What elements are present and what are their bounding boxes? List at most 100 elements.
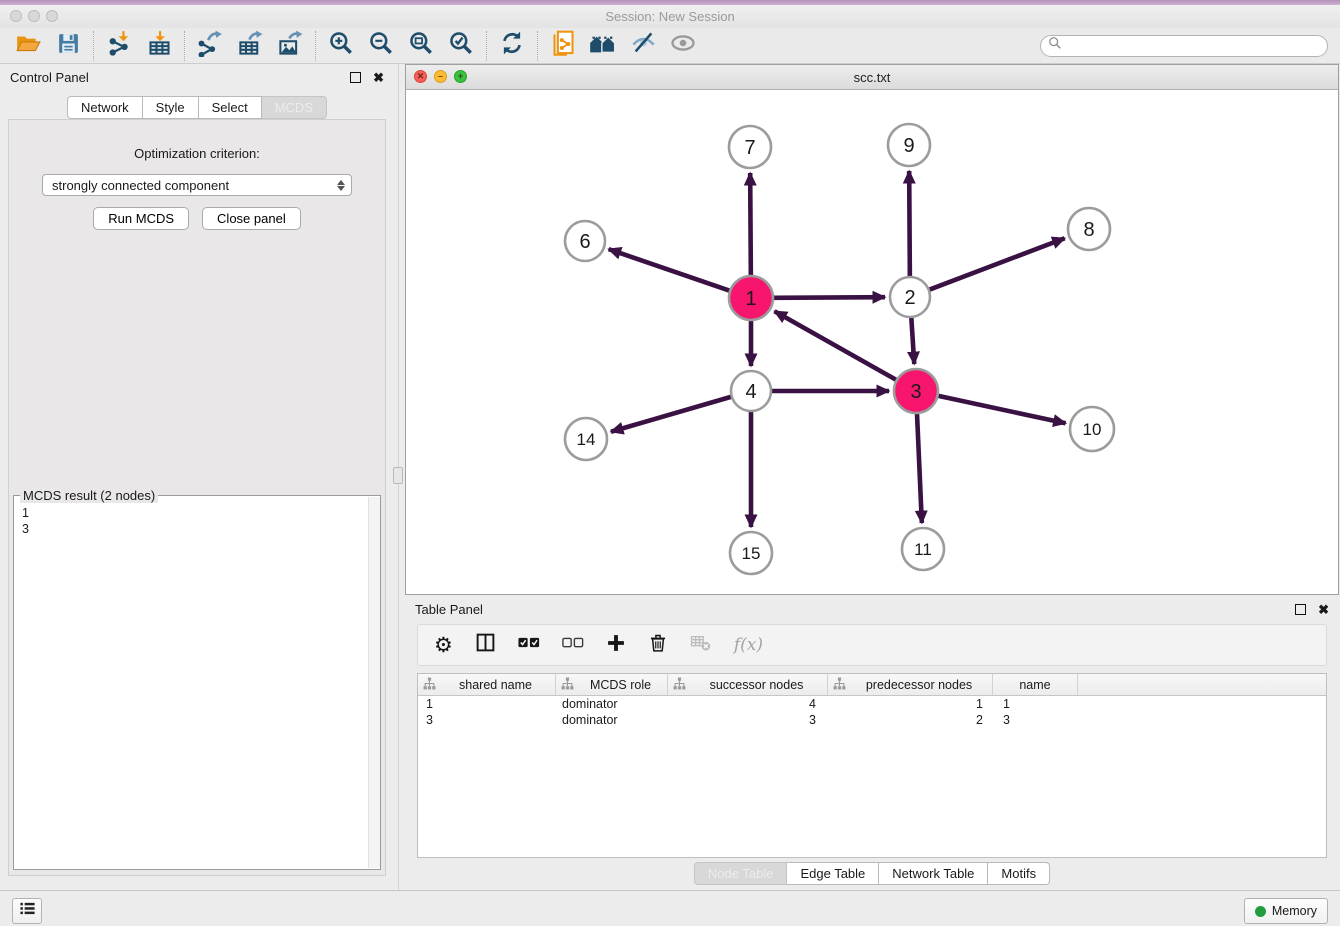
node-9[interactable]: 9: [888, 124, 930, 166]
open-session-button[interactable]: [8, 30, 48, 62]
search-box[interactable]: [1040, 35, 1328, 57]
split-columns-button[interactable]: [475, 632, 496, 658]
cell-name[interactable]: 1: [993, 697, 1078, 711]
network-canvas[interactable]: 1 2 3 4 6 7 8 9 10 11 14 15: [406, 90, 1338, 594]
new-network-from-selection-button[interactable]: [543, 30, 583, 62]
cell-mcds-role[interactable]: dominator: [556, 713, 668, 727]
edge-2-8[interactable]: [930, 238, 1065, 289]
select-all-columns-button[interactable]: [518, 636, 540, 654]
node-8[interactable]: 8: [1068, 208, 1110, 250]
svg-text:11: 11: [914, 540, 932, 559]
tab-mcds[interactable]: MCDS: [262, 96, 327, 119]
delete-columns-button[interactable]: [648, 633, 668, 658]
show-all-button[interactable]: [663, 30, 703, 62]
table-row[interactable]: 3 dominator 3 2 3: [418, 712, 1326, 728]
cell-name[interactable]: 3: [993, 713, 1078, 727]
tab-edge-table[interactable]: Edge Table: [787, 862, 879, 885]
node-6[interactable]: 6: [565, 221, 605, 261]
zoom-selected-button[interactable]: [441, 30, 481, 62]
edge-4-14[interactable]: [611, 397, 731, 432]
node-14[interactable]: 14: [565, 418, 607, 460]
edge-1-6[interactable]: [609, 249, 730, 290]
edge-3-10[interactable]: [938, 396, 1065, 423]
save-session-button[interactable]: [48, 30, 88, 62]
node-11[interactable]: 11: [902, 528, 944, 570]
hide-selected-button[interactable]: [623, 30, 663, 62]
node-10[interactable]: 10: [1070, 407, 1114, 451]
close-table-panel-icon[interactable]: ✖: [1318, 603, 1329, 616]
cell-predecessor-nodes[interactable]: 2: [828, 713, 993, 727]
edge-2-9[interactable]: [909, 171, 910, 276]
zoom-window-icon[interactable]: [46, 10, 58, 22]
minimize-window-icon[interactable]: [28, 10, 40, 22]
delete-table-button[interactable]: [690, 634, 712, 657]
import-network-button[interactable]: [99, 30, 139, 62]
cell-mcds-role[interactable]: dominator: [556, 697, 668, 711]
column-header-predecessor-nodes[interactable]: predecessor nodes: [828, 674, 993, 695]
table-settings-button[interactable]: ⚙: [434, 633, 453, 658]
node-3[interactable]: 3: [894, 369, 938, 413]
cell-successor-nodes[interactable]: 4: [668, 697, 828, 711]
search-input[interactable]: [1066, 38, 1327, 54]
node-15[interactable]: 15: [730, 532, 772, 574]
mcds-result-title: MCDS result (2 nodes): [20, 488, 158, 503]
cell-shared-name[interactable]: 1: [418, 697, 556, 711]
optimization-criterion-label: Optimization criterion:: [9, 120, 385, 161]
network-window: ✕ – + scc.txt 1 2 3 4 6 7 8 9 10 11 14 15: [405, 64, 1339, 595]
node-table[interactable]: shared name MCDS role successor nodes pr…: [417, 673, 1327, 858]
export-table-button[interactable]: [230, 30, 270, 62]
column-header-shared-name[interactable]: shared name: [418, 674, 556, 695]
close-panel-button[interactable]: Close panel: [202, 207, 301, 230]
control-panel: Control Panel ✖ Network Style Select MCD…: [0, 64, 394, 890]
tab-style[interactable]: Style: [143, 96, 199, 119]
vertical-split-grip[interactable]: [393, 467, 403, 484]
node-2[interactable]: 2: [890, 277, 930, 317]
cell-shared-name[interactable]: 3: [418, 713, 556, 727]
column-header-name[interactable]: name: [993, 674, 1078, 695]
window-traffic-lights[interactable]: [10, 10, 58, 22]
column-header-successor-nodes[interactable]: successor nodes: [668, 674, 828, 695]
zoom-in-button[interactable]: [321, 30, 361, 62]
edge-3-11[interactable]: [917, 414, 922, 523]
function-builder-button[interactable]: f(x): [734, 635, 763, 655]
cell-predecessor-nodes[interactable]: 1: [828, 697, 993, 711]
tab-network-table[interactable]: Network Table: [879, 862, 988, 885]
node-7[interactable]: 7: [729, 126, 771, 168]
first-neighbors-button[interactable]: [583, 30, 623, 62]
float-table-panel-icon[interactable]: [1295, 604, 1306, 615]
result-scrollbar[interactable]: [368, 497, 380, 868]
add-column-button[interactable]: [606, 633, 626, 658]
table-row[interactable]: 1 dominator 4 1 1: [418, 696, 1326, 712]
export-image-button[interactable]: [270, 30, 310, 62]
memory-button[interactable]: Memory: [1244, 898, 1328, 924]
tab-node-table[interactable]: Node Table: [694, 862, 788, 885]
float-panel-icon[interactable]: [350, 72, 361, 83]
zoom-out-button[interactable]: [361, 30, 401, 62]
toolbar-separator: [315, 31, 316, 61]
cell-successor-nodes[interactable]: 3: [668, 713, 828, 727]
maximize-network-icon[interactable]: +: [454, 70, 467, 83]
column-header-mcds-role[interactable]: MCDS role: [556, 674, 668, 695]
criterion-select[interactable]: strongly connected component: [42, 174, 352, 196]
edge-1-2[interactable]: [774, 297, 885, 298]
edge-2-3[interactable]: [911, 318, 914, 364]
edge-1-7[interactable]: [750, 173, 751, 275]
close-panel-icon[interactable]: ✖: [373, 71, 384, 84]
node-1[interactable]: 1: [729, 276, 773, 320]
unselect-all-columns-button[interactable]: [562, 636, 584, 654]
node-4[interactable]: 4: [731, 371, 771, 411]
close-window-icon[interactable]: [10, 10, 22, 22]
task-history-button[interactable]: [12, 898, 42, 924]
minimize-network-icon[interactable]: –: [434, 70, 447, 83]
tab-network[interactable]: Network: [67, 96, 143, 119]
edge-3-1[interactable]: [775, 311, 896, 379]
close-network-icon[interactable]: ✕: [414, 70, 427, 83]
tab-motifs[interactable]: Motifs: [988, 862, 1050, 885]
export-network-button[interactable]: [190, 30, 230, 62]
zoom-fit-button[interactable]: [401, 30, 441, 62]
tab-select[interactable]: Select: [199, 96, 262, 119]
refresh-layout-button[interactable]: [492, 30, 532, 62]
run-mcds-button[interactable]: Run MCDS: [93, 207, 189, 230]
import-table-button[interactable]: [139, 30, 179, 62]
network-window-titlebar[interactable]: ✕ – + scc.txt: [406, 65, 1338, 90]
